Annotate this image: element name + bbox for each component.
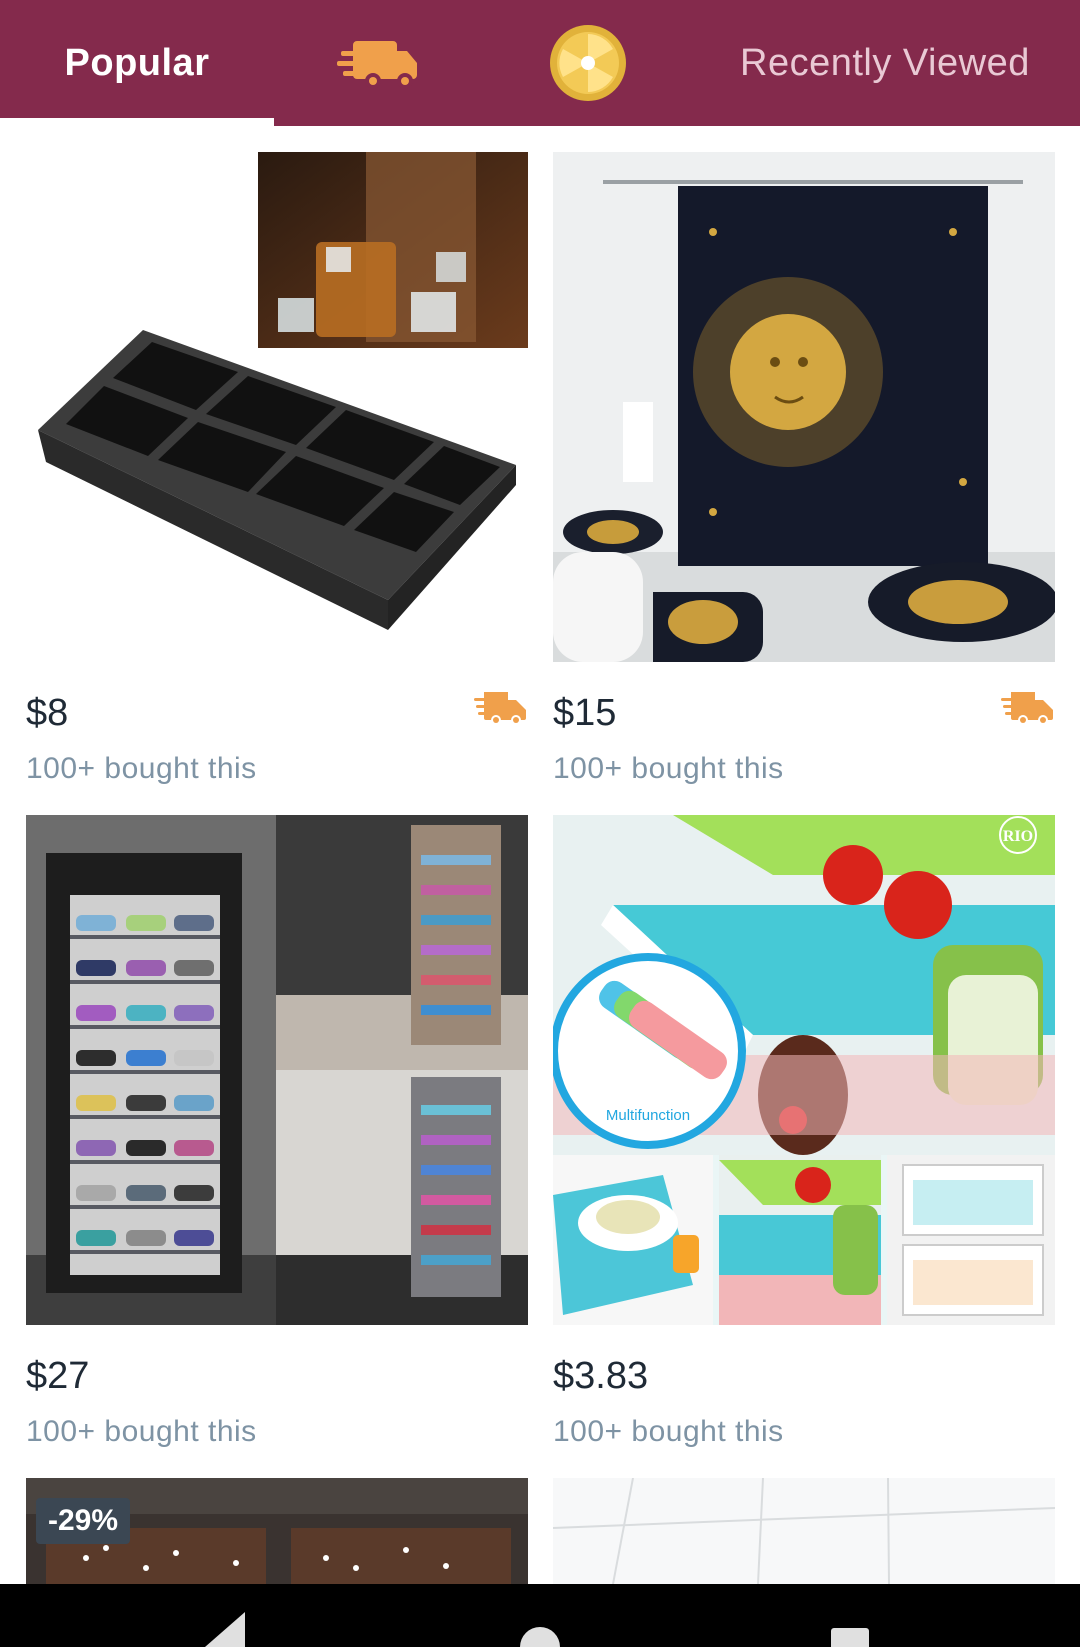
- tab-fast-shipping[interactable]: [320, 0, 440, 126]
- tab-popular[interactable]: Popular: [0, 0, 274, 126]
- product-image-shower-curtain[interactable]: [553, 152, 1055, 662]
- home-icon: [520, 1627, 560, 1652]
- tab-recently-viewed-label: Recently Viewed: [740, 41, 1030, 84]
- product-card[interactable]: $27 100+ bought this: [26, 815, 528, 1455]
- recents-icon: [831, 1628, 869, 1652]
- product-image-fridge-liner[interactable]: Multifunction RIO: [553, 815, 1055, 1325]
- product-card[interactable]: -29%: [26, 1478, 528, 1584]
- tab-recently-viewed[interactable]: Recently Viewed: [740, 0, 1080, 126]
- product-sold-count: 100+ bought this: [553, 1415, 784, 1448]
- system-navigation-bar: [0, 1584, 1080, 1652]
- tab-popular-label: Popular: [64, 41, 210, 84]
- product-image-ice-cube-tray[interactable]: [26, 152, 528, 662]
- shoe-rack-image: [26, 815, 528, 1325]
- prize-wheel-icon: [550, 25, 626, 101]
- product-card[interactable]: $15 100+ bought this: [553, 152, 1055, 792]
- back-icon: [205, 1612, 245, 1647]
- delivery-truck-icon: [337, 41, 417, 89]
- multifunction-caption: Multifunction: [606, 1107, 690, 1124]
- tab-prize-wheel[interactable]: [540, 0, 636, 126]
- product-sold-count: 100+ bought this: [26, 752, 257, 785]
- bathroom-tile-image: [553, 1478, 1055, 1584]
- ice-cube-tray-image: [38, 152, 528, 630]
- product-price: $27: [26, 1355, 90, 1397]
- active-tab-indicator: [0, 118, 274, 126]
- discount-badge: -29%: [36, 1498, 131, 1544]
- product-image-bathroom-tile[interactable]: [553, 1478, 1055, 1584]
- product-card[interactable]: [553, 1478, 1055, 1584]
- svg-text:RIO: RIO: [1003, 828, 1033, 845]
- shower-curtain-image: [553, 152, 1055, 662]
- fridge-liner-image: Multifunction RIO: [553, 815, 1055, 1325]
- product-price: $3.83: [553, 1355, 649, 1397]
- top-tab-bar: Popular Recently Viewed: [0, 0, 1080, 126]
- product-card[interactable]: $8 100+ bought this: [26, 152, 528, 792]
- fast-shipping-icon: [474, 692, 526, 725]
- system-nav-icons: [205, 1612, 869, 1652]
- product-sold-count: 100+ bought this: [553, 752, 784, 785]
- product-image-shoe-rack[interactable]: [26, 815, 528, 1325]
- fast-shipping-icon: [1001, 692, 1053, 725]
- product-image-window-decor[interactable]: -29%: [26, 1478, 528, 1584]
- product-price: $8: [26, 692, 69, 734]
- product-sold-count: 100+ bought this: [26, 1415, 257, 1448]
- product-price: $15: [553, 692, 617, 734]
- product-card[interactable]: Multifunction RIO $3.83 100+ bought this: [553, 815, 1055, 1455]
